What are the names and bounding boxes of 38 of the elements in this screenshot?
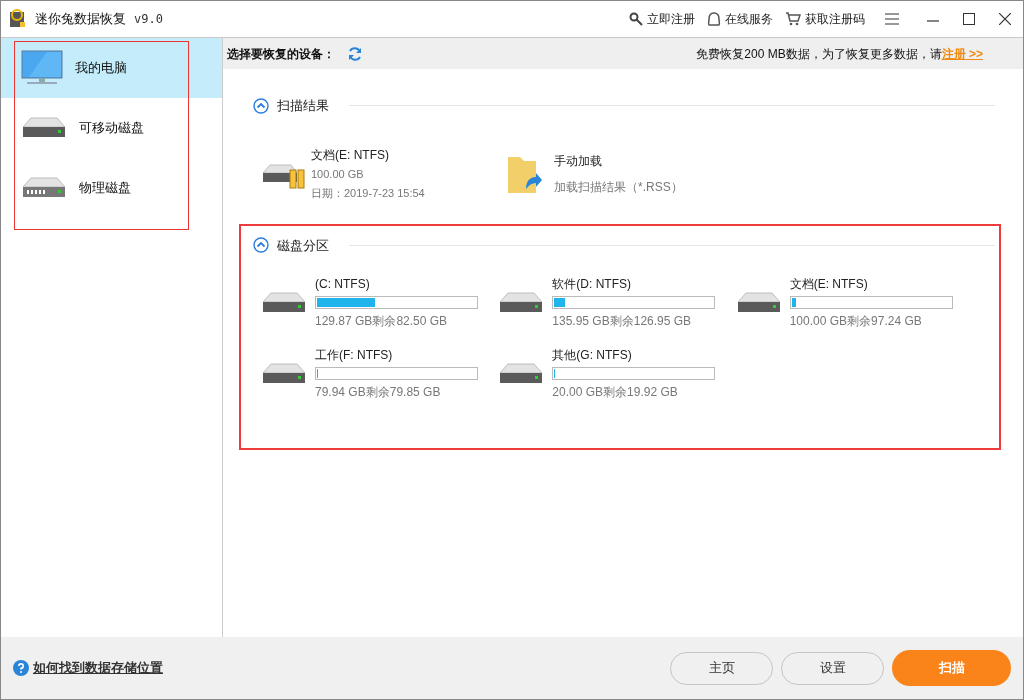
window-title: 迷你兔数据恢复 <box>35 10 126 29</box>
partition-name: 工作(F: NTFS) <box>315 347 394 364</box>
partition-space: 129.87 GB剩余82.50 GB <box>315 313 449 330</box>
load-title: 手动加载 <box>554 152 603 170</box>
partition-name: 软件(D: NTFS) <box>552 276 632 293</box>
collapse-icon[interactable] <box>253 97 269 114</box>
collapse-icon[interactable] <box>253 237 269 254</box>
title-action-link[interactable]: 获取注册码 <box>785 10 865 28</box>
close-icon[interactable] <box>999 13 1011 25</box>
help-link[interactable]: 如何找到数据存储位置 <box>33 658 163 678</box>
cart-icon <box>785 12 801 26</box>
load-description: 加载扫描结果（*.RSS） <box>554 178 683 196</box>
free-limit-notice: 免费恢复200 MB数据，为了恢复更多数据，请 <box>696 45 942 63</box>
drive-name: 文档(E: NTFS) <box>311 147 390 164</box>
refresh-icon[interactable] <box>347 45 363 62</box>
partition-space: 100.00 GB剩余97.24 GB <box>789 313 923 330</box>
footer-button[interactable]: 设置 <box>781 651 884 685</box>
maximize-icon[interactable] <box>963 13 975 25</box>
monitor-icon <box>21 50 63 86</box>
sidebar-item[interactable]: 我的电脑 <box>1 38 222 98</box>
partition-space: 135.95 GB剩余126.95 GB <box>552 313 693 330</box>
footer-button[interactable]: 主页 <box>670 651 773 685</box>
partition-name: 其他(G: NTFS) <box>552 347 633 364</box>
menu-icon[interactable] <box>885 13 899 25</box>
app-logo-icon <box>9 9 27 29</box>
title-action-link[interactable]: 立即注册 <box>629 10 695 28</box>
version-label: v9.0 <box>134 11 163 28</box>
drive-size: 100.00 GB <box>311 167 365 182</box>
scan-date: 日期：2019-7-23 15:54 <box>311 185 425 201</box>
partition-space: 79.94 GB剩余79.85 GB <box>315 384 442 401</box>
section-title: 磁盘分区 <box>277 236 329 255</box>
partition-name: 文档(E: NTFS) <box>789 276 869 293</box>
partition-name: (C: NTFS) <box>315 276 371 293</box>
help-icon <box>13 660 29 676</box>
partition-space: 20.00 GB剩余19.92 GB <box>552 384 679 401</box>
section-title: 扫描结果 <box>277 97 329 115</box>
toolbar-label: 选择要恢复的设备： <box>227 45 335 63</box>
title-action-link[interactable]: 在线服务 <box>707 10 773 28</box>
